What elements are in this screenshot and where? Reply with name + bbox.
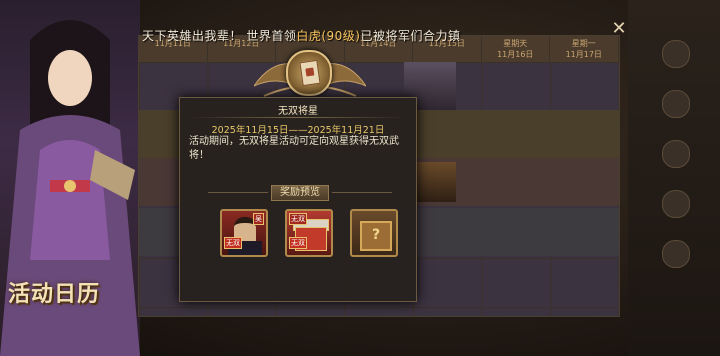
menu-icon[interactable] xyxy=(662,90,690,118)
divider xyxy=(190,117,406,118)
activity-calendar-title: 活动日历 xyxy=(8,282,101,307)
calendar-day: 星期天 11月16日 xyxy=(481,36,550,62)
activity-portrait[interactable] xyxy=(416,162,456,202)
character-art-panel: 活动日历 xyxy=(0,0,140,356)
menu-icon[interactable] xyxy=(662,140,690,168)
rarity-badge: 无双 xyxy=(289,213,307,225)
reward-preview-label: 奖励预览 xyxy=(208,185,392,201)
rarity-badge: 无双 xyxy=(224,237,242,249)
reward-hero-slot[interactable]: 吴 无双 xyxy=(220,209,268,257)
mystery-box-icon: ? xyxy=(360,221,392,251)
reward-chest-slot[interactable]: 无双 无双 xyxy=(285,209,333,257)
calendar-day: 星期一 11月17日 xyxy=(550,36,619,62)
faction-badge: 吴 xyxy=(253,213,264,225)
event-medallion-icon xyxy=(286,50,332,96)
rarity-badge: 无双 xyxy=(289,237,307,249)
question-mark: ? xyxy=(371,227,381,243)
popup-title: 无双将星 xyxy=(278,106,318,117)
boss-name: 白虎(90级) xyxy=(296,29,361,43)
menu-icon[interactable] xyxy=(662,190,690,218)
event-detail-popup: 无双将星 2025年11月15日——2025年11月21日 活动期间，无双将星活… xyxy=(179,97,417,302)
right-menu xyxy=(628,0,720,356)
menu-icon[interactable] xyxy=(662,40,690,68)
reward-mystery-slot[interactable]: ? xyxy=(350,209,398,257)
menu-icon[interactable] xyxy=(662,240,690,268)
event-dates: 2025年11月15日——2025年11月21日 xyxy=(211,125,385,136)
world-announcement: 天下英雄出我辈！ 世界首领白虎(90级)已被将军们合力镇 xyxy=(142,29,461,43)
close-icon[interactable]: ✕ xyxy=(610,20,628,38)
event-description: 活动期间，无双将星活动可定向观星获得无双武将！ xyxy=(189,136,399,161)
